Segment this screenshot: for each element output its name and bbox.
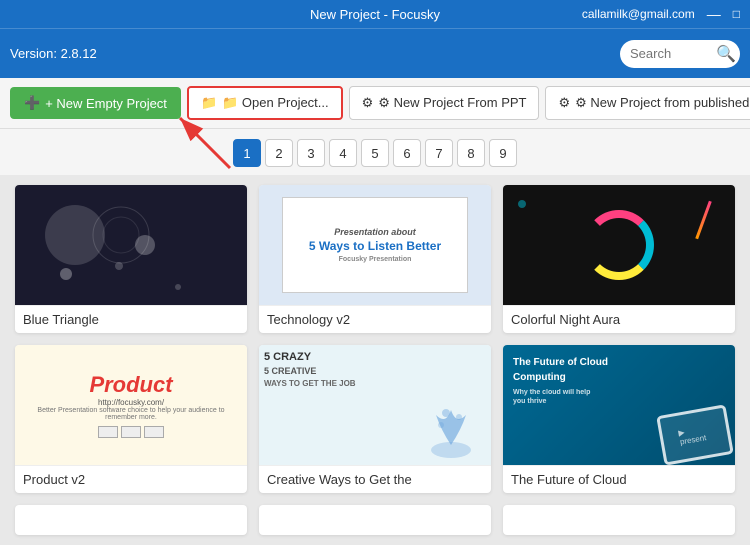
new-from-published-button[interactable]: ⚙ ⚙ New Project from published files: [545, 86, 750, 120]
tech-title-inner: 5 Ways to Listen Better: [309, 239, 441, 253]
app-title: New Project - Focusky: [253, 7, 496, 22]
product-url: http://focusky.com/: [98, 398, 164, 407]
page-4-button[interactable]: 4: [329, 139, 357, 167]
new-empty-label: + New Empty Project: [45, 96, 167, 111]
card-thumb-technology: Presentation about 5 Ways to Listen Bett…: [259, 185, 491, 305]
folder-icon: 📁: [201, 95, 217, 111]
card-colorful-night[interactable]: Colorful Night Aura: [503, 185, 735, 333]
product-sub: Better Presentation software choice to h…: [15, 407, 247, 421]
user-email: callamilk@gmail.com: [582, 7, 695, 21]
page-9-button[interactable]: 9: [489, 139, 517, 167]
product-title: Product: [89, 372, 172, 398]
card-label-product: Product v2: [15, 465, 247, 493]
card-label-creative: Creative Ways to Get the: [259, 465, 491, 493]
new-from-ppt-label: ⚙ New Project From PPT: [378, 95, 526, 111]
partial-card-1[interactable]: [15, 505, 247, 535]
card-product-v2[interactable]: Product http://focusky.com/ Better Prese…: [15, 345, 247, 493]
card-label-technology: Technology v2: [259, 305, 491, 333]
search-input[interactable]: [630, 46, 710, 61]
tech-footer: Focusky Presentation: [339, 256, 412, 263]
product-box-3: [144, 426, 164, 438]
creative-text: 5 CRAZY 5 CREATIVE WAYS TO GET THE JOB: [264, 350, 356, 389]
card-creative-ways[interactable]: 5 CRAZY 5 CREATIVE WAYS TO GET THE JOB C…: [259, 345, 491, 493]
colorful-dot: [518, 200, 526, 208]
card-thumb-product: Product http://focusky.com/ Better Prese…: [15, 345, 247, 465]
product-boxes: [98, 426, 164, 438]
card-thumb-cloud: The Future of Cloud Computing Why the cl…: [503, 345, 735, 465]
card-blue-triangle[interactable]: Blue Triangle: [15, 185, 247, 333]
minimize-button[interactable]: —: [707, 6, 721, 22]
tech-subtitle: Presentation about: [334, 227, 416, 237]
page-5-button[interactable]: 5: [361, 139, 389, 167]
cloud-line1: The Future of Cloud: [513, 355, 608, 370]
search-icon: 🔍: [716, 44, 736, 64]
page-7-button[interactable]: 7: [425, 139, 453, 167]
card-thumb-creative: 5 CRAZY 5 CREATIVE WAYS TO GET THE JOB: [259, 345, 491, 465]
new-from-ppt-button[interactable]: ⚙ ⚙ New Project From PPT: [349, 86, 540, 120]
pagination: 1 2 3 4 5 6 7 8 9: [0, 129, 750, 175]
template-grid: Blue Triangle Presentation about 5 Ways …: [15, 185, 735, 493]
tablet-shape: ▶ present: [656, 404, 734, 465]
gear-icon-pub: ⚙: [558, 95, 570, 111]
colorful-line: [695, 201, 711, 240]
page-3-button[interactable]: 3: [297, 139, 325, 167]
gear-icon-ppt: ⚙: [362, 95, 374, 111]
cloud-line2: Computing: [513, 370, 608, 385]
open-project-button[interactable]: 📁 📁 Open Project...: [187, 86, 343, 120]
bottom-partial-row: [15, 505, 735, 535]
crazy-line1: 5 CRAZY: [264, 350, 356, 365]
page-2-button[interactable]: 2: [265, 139, 293, 167]
card-label-cloud: The Future of Cloud: [503, 465, 735, 493]
content-area: Blue Triangle Presentation about 5 Ways …: [0, 175, 750, 545]
tablet-label: ▶ present: [678, 423, 713, 446]
water-splash-icon: [421, 395, 481, 465]
menu-bar: Version: 2.8.12 🔍: [0, 28, 750, 78]
page-1-button[interactable]: 1: [233, 139, 261, 167]
partial-card-3[interactable]: [503, 505, 735, 535]
new-from-published-label: ⚙ New Project from published files: [575, 95, 750, 111]
plus-icon: ➕: [24, 95, 40, 111]
tech-inner: Presentation about 5 Ways to Listen Bett…: [282, 197, 468, 293]
search-box[interactable]: 🔍: [620, 40, 740, 68]
card-thumb-blue-triangle: [15, 185, 247, 305]
page-8-button[interactable]: 8: [457, 139, 485, 167]
card-thumb-colorful: [503, 185, 735, 305]
crazy-line2: 5 CREATIVE: [264, 365, 356, 378]
crazy-line3: WAYS TO GET THE JOB: [264, 378, 356, 389]
open-project-label: 📁 Open Project...: [222, 95, 329, 111]
cloud-sub: Why the cloud will help you thrive: [513, 388, 593, 406]
version-label: Version: 2.8.12: [10, 46, 97, 61]
card-label-colorful: Colorful Night Aura: [503, 305, 735, 333]
card-label-blue-triangle: Blue Triangle: [15, 305, 247, 333]
partial-card-2[interactable]: [259, 505, 491, 535]
maximize-button[interactable]: □: [733, 7, 740, 21]
page-6-button[interactable]: 6: [393, 139, 421, 167]
title-bar: New Project - Focusky callamilk@gmail.co…: [0, 0, 750, 28]
product-box-2: [121, 426, 141, 438]
cloud-text: The Future of Cloud Computing Why the cl…: [513, 355, 608, 406]
colorful-ring: [584, 210, 654, 280]
product-box-1: [98, 426, 118, 438]
card-future-cloud[interactable]: The Future of Cloud Computing Why the cl…: [503, 345, 735, 493]
new-empty-project-button[interactable]: ➕ + New Empty Project: [10, 87, 181, 119]
toolbar: ➕ + New Empty Project 📁 📁 Open Project..…: [0, 78, 750, 129]
card-technology-v2[interactable]: Presentation about 5 Ways to Listen Bett…: [259, 185, 491, 333]
